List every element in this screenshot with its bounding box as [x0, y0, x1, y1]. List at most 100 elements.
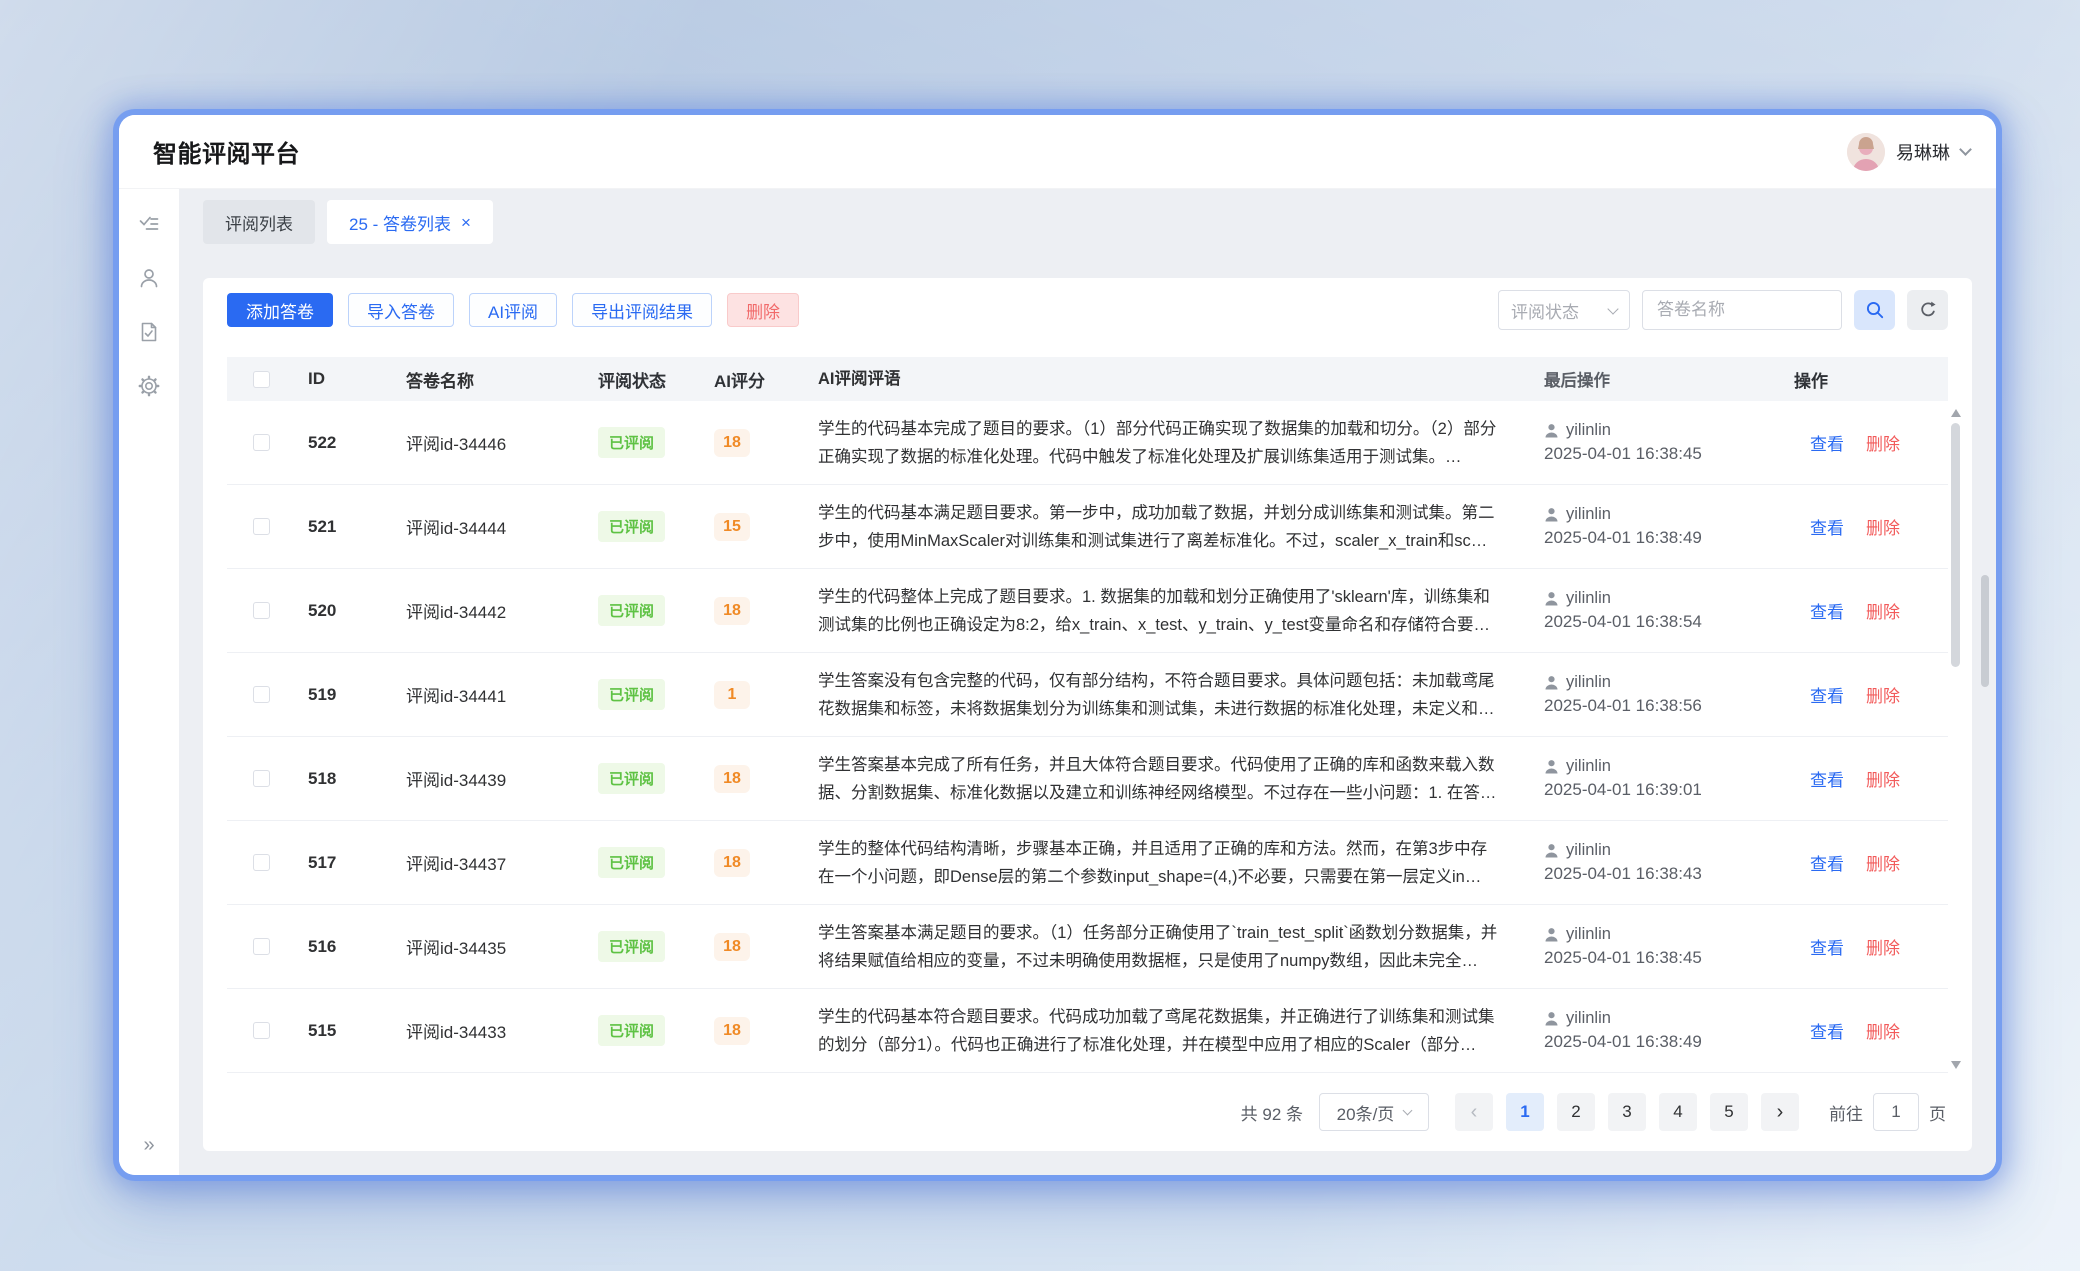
- table-row: 517 评阅id-34437 已评阅 18 学生的整体代码结构清晰，步骤基本正确…: [227, 821, 1948, 905]
- tab-answer-list[interactable]: 25 - 答卷列表 ×: [327, 200, 493, 244]
- tab-bar: 评阅列表 25 - 答卷列表 ×: [203, 200, 1972, 244]
- row-id: 518: [282, 769, 406, 789]
- export-results-button[interactable]: 导出评阅结果: [572, 293, 712, 327]
- row-id: 515: [282, 1021, 406, 1041]
- table-header-row: ID 答卷名称 评阅状态 AI评分 AI评阅评语 最后操作 操作: [227, 357, 1948, 401]
- sidebar-item-user-icon[interactable]: [137, 266, 161, 290]
- delete-link[interactable]: 删除: [1866, 934, 1900, 959]
- page-buttons: 12345: [1506, 1093, 1748, 1131]
- page-size-select[interactable]: 20条/页: [1319, 1093, 1429, 1131]
- sidebar-item-settings-gear-icon[interactable]: [137, 374, 161, 398]
- row-checkbox[interactable]: [253, 854, 270, 871]
- scrollbar-thumb[interactable]: [1951, 423, 1960, 667]
- delete-button[interactable]: 删除: [727, 293, 799, 327]
- score-badge: 18: [714, 849, 750, 877]
- operation-time: 2025-04-01 16:38:43: [1544, 864, 1794, 884]
- add-answer-button[interactable]: 添加答卷: [227, 293, 333, 327]
- row-name: 评阅id-34435: [406, 934, 598, 959]
- table-row: 520 评阅id-34442 已评阅 18 学生的代码整体上完成了题目要求。1.…: [227, 569, 1948, 653]
- row-id: 516: [282, 937, 406, 957]
- row-last-operation: yilinlin 2025-04-01 16:38:49: [1544, 1009, 1794, 1052]
- page-title: 智能评阅平台: [153, 134, 300, 169]
- row-checkbox[interactable]: [253, 938, 270, 955]
- view-link[interactable]: 查看: [1810, 514, 1844, 539]
- avatar[interactable]: [1847, 133, 1885, 171]
- score-badge: 18: [714, 597, 750, 625]
- main-content: 评阅列表 25 - 答卷列表 × 添加答卷 导入答卷 AI评阅 导: [179, 189, 1996, 1175]
- row-id: 519: [282, 685, 406, 705]
- prev-page-button[interactable]: ‹: [1455, 1093, 1493, 1131]
- status-badge: 已评阅: [598, 1015, 665, 1046]
- operation-time: 2025-04-01 16:38:45: [1544, 444, 1794, 464]
- table-row: 515 评阅id-34433 已评阅 18 学生的代码基本符合题目要求。代码成功…: [227, 989, 1948, 1073]
- row-comment: 学生的整体代码结构清晰，步骤基本正确，并且适用了正确的库和方法。然而，在第3步中…: [818, 835, 1544, 891]
- view-link[interactable]: 查看: [1810, 850, 1844, 875]
- import-answer-button[interactable]: 导入答卷: [348, 293, 454, 327]
- row-last-operation: yilinlin 2025-04-01 16:38:54: [1544, 589, 1794, 632]
- row-checkbox[interactable]: [253, 518, 270, 535]
- user-icon: [1544, 591, 1559, 606]
- operator-name: yilinlin: [1566, 589, 1611, 608]
- page-button-3[interactable]: 3: [1608, 1093, 1646, 1131]
- page-button-4[interactable]: 4: [1659, 1093, 1697, 1131]
- tab-close-icon[interactable]: ×: [461, 214, 471, 231]
- status-badge: 已评阅: [598, 931, 665, 962]
- page-button-2[interactable]: 2: [1557, 1093, 1595, 1131]
- header-id: ID: [282, 369, 406, 389]
- operation-time: 2025-04-01 16:38:54: [1544, 612, 1794, 632]
- delete-link[interactable]: 删除: [1866, 514, 1900, 539]
- select-all-checkbox[interactable]: [253, 371, 270, 388]
- delete-link[interactable]: 删除: [1866, 850, 1900, 875]
- table-scrollbar[interactable]: [1950, 401, 1962, 1073]
- row-name: 评阅id-34437: [406, 850, 598, 875]
- view-link[interactable]: 查看: [1810, 766, 1844, 791]
- tab-review-list[interactable]: 评阅列表: [203, 200, 315, 244]
- delete-link[interactable]: 删除: [1866, 766, 1900, 791]
- next-page-button[interactable]: ›: [1761, 1093, 1799, 1131]
- user-menu[interactable]: 易琳琳: [1847, 133, 1970, 171]
- ai-review-button[interactable]: AI评阅: [469, 293, 557, 327]
- search-button[interactable]: [1854, 290, 1895, 330]
- row-last-operation: yilinlin 2025-04-01 16:38:45: [1544, 421, 1794, 464]
- view-link[interactable]: 查看: [1810, 1018, 1844, 1043]
- sidebar-collapse-icon[interactable]: »: [143, 1134, 154, 1157]
- sidebar-item-review-checklist-icon[interactable]: [137, 212, 161, 236]
- row-checkbox[interactable]: [253, 1022, 270, 1039]
- pagination: 共 92 条 20条/页 ‹ 12345 › 前往: [227, 1073, 1948, 1151]
- view-link[interactable]: 查看: [1810, 430, 1844, 455]
- review-status-select[interactable]: 评阅状态: [1498, 290, 1630, 330]
- window-scrollbar-thumb[interactable]: [1981, 575, 1989, 687]
- row-name: 评阅id-34433: [406, 1018, 598, 1043]
- refresh-button[interactable]: [1907, 290, 1948, 330]
- score-badge: 15: [714, 513, 750, 541]
- page-button-1[interactable]: 1: [1506, 1093, 1544, 1131]
- view-link[interactable]: 查看: [1810, 598, 1844, 623]
- table-row: 522 评阅id-34446 已评阅 18 学生的代码基本完成了题目的要求。（1…: [227, 401, 1948, 485]
- answer-name-input[interactable]: [1642, 290, 1842, 330]
- delete-link[interactable]: 删除: [1866, 430, 1900, 455]
- delete-link[interactable]: 删除: [1866, 598, 1900, 623]
- row-checkbox[interactable]: [253, 434, 270, 451]
- page-button-5[interactable]: 5: [1710, 1093, 1748, 1131]
- chevron-down-icon: [1403, 1106, 1413, 1116]
- header-comment: AI评阅评语: [818, 357, 1544, 401]
- row-comment: 学生的代码整体上完成了题目要求。1. 数据集的加载和划分正确使用了'sklear…: [818, 583, 1544, 639]
- operator-name: yilinlin: [1566, 925, 1611, 944]
- select-placeholder: 评阅状态: [1511, 298, 1579, 323]
- row-checkbox[interactable]: [253, 770, 270, 787]
- scroll-down-icon[interactable]: [1951, 1061, 1961, 1069]
- view-link[interactable]: 查看: [1810, 934, 1844, 959]
- delete-link[interactable]: 删除: [1866, 682, 1900, 707]
- row-name: 评阅id-34446: [406, 430, 598, 455]
- tab-label: 评阅列表: [225, 210, 293, 235]
- row-checkbox[interactable]: [253, 686, 270, 703]
- goto-page-input[interactable]: [1873, 1093, 1919, 1131]
- row-name: 评阅id-34442: [406, 598, 598, 623]
- sidebar-item-document-check-icon[interactable]: [137, 320, 161, 344]
- user-icon: [1544, 423, 1559, 438]
- row-checkbox[interactable]: [253, 602, 270, 619]
- scroll-up-icon[interactable]: [1951, 409, 1961, 417]
- app-window: 智能评阅平台 易琳琳: [119, 115, 1996, 1175]
- view-link[interactable]: 查看: [1810, 682, 1844, 707]
- delete-link[interactable]: 删除: [1866, 1018, 1900, 1043]
